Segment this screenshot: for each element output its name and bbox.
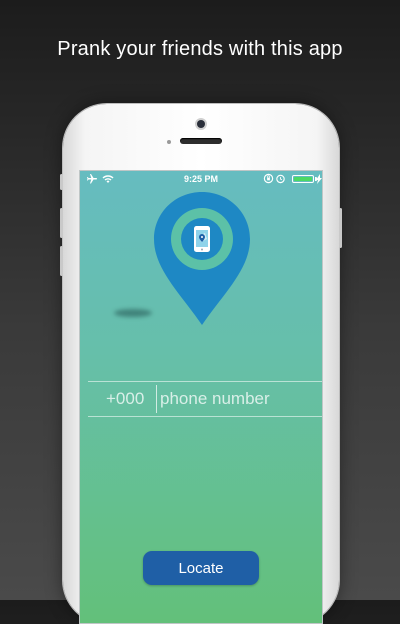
rotation-lock-icon (263, 173, 274, 186)
input-divider (156, 385, 157, 413)
earpiece-speaker (180, 138, 222, 144)
volume-down-button (60, 246, 63, 276)
battery-icon (292, 175, 314, 183)
pin-shadow (114, 309, 152, 317)
country-code[interactable]: +000 (106, 382, 144, 416)
alarm-icon (275, 173, 286, 186)
locate-button[interactable]: Locate (143, 551, 259, 585)
front-camera (197, 120, 205, 128)
app-screen: 9:25 PM +000 phone number Locate (79, 170, 323, 624)
phone-frame: 9:25 PM +000 phone number Locate (60, 104, 342, 624)
volume-up-button (60, 208, 63, 238)
charging-icon (316, 174, 322, 186)
power-button (339, 208, 342, 248)
battery-level (294, 177, 312, 181)
phone-number-form: +000 (88, 381, 322, 417)
proximity-sensor (167, 140, 171, 144)
phone-number-input[interactable] (160, 384, 318, 414)
promo-headline: Prank your friends with this app (57, 38, 343, 60)
map-pin-phone-icon (150, 189, 254, 329)
mute-switch (60, 174, 63, 190)
status-bar: 9:25 PM (80, 171, 322, 187)
